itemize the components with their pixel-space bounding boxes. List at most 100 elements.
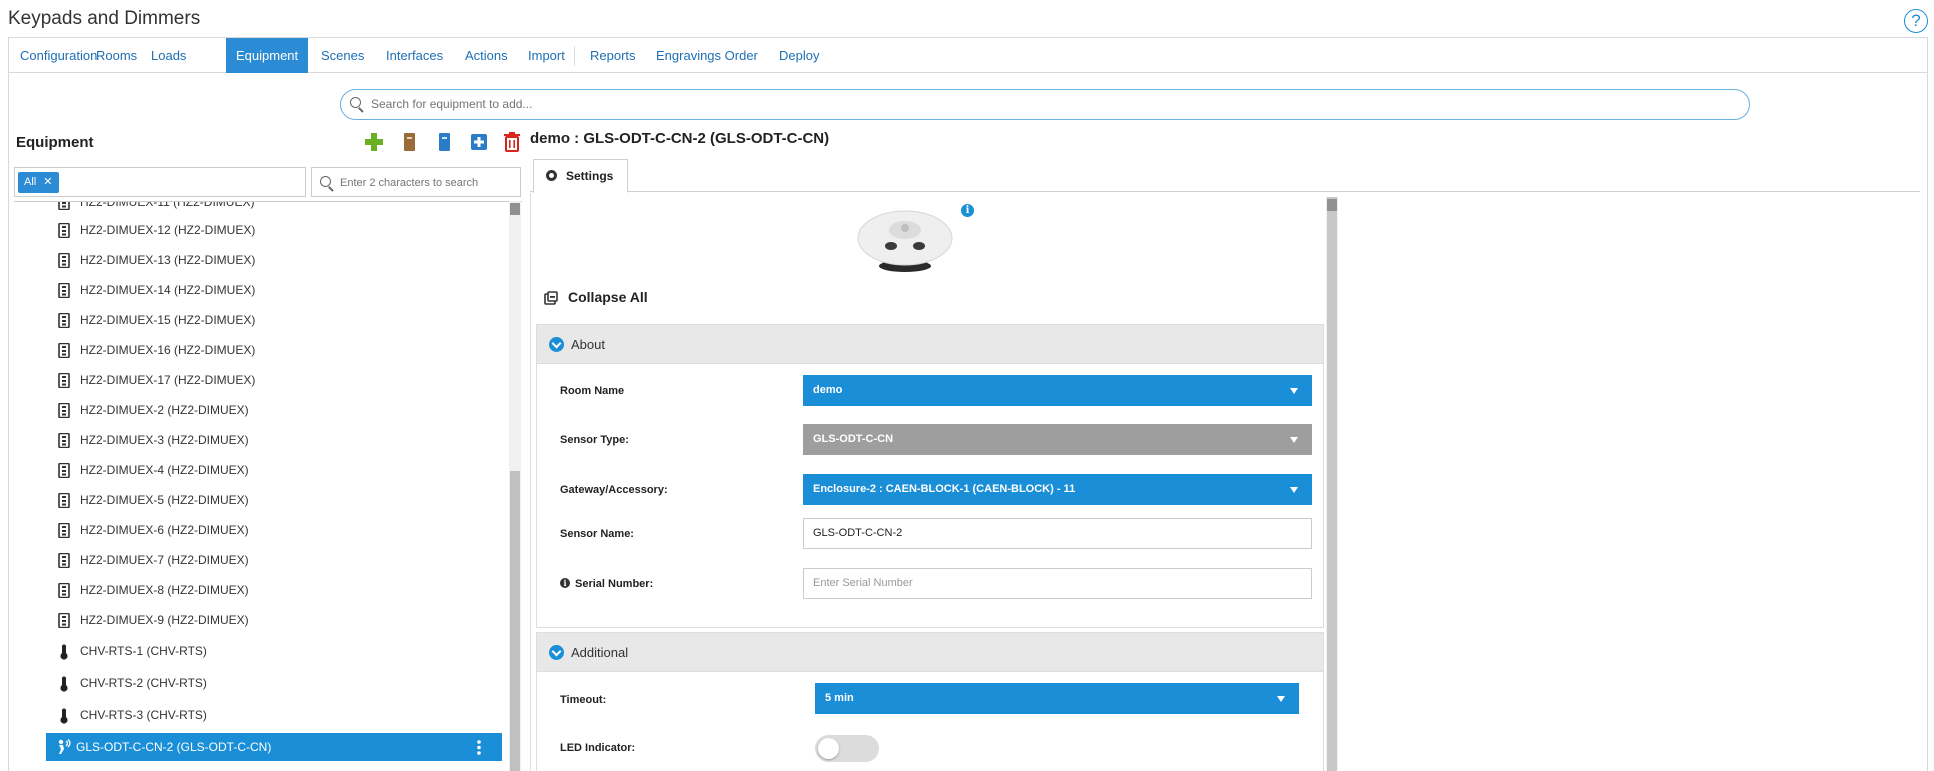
list-item-label: HZ2-DIMUEX-4 (HZ2-DIMUEX) (80, 463, 249, 477)
keypad-icon (58, 553, 70, 568)
equipment-add-search-input[interactable] (369, 95, 1729, 113)
chevron-down-icon (1290, 437, 1298, 443)
delete-icon[interactable] (501, 131, 523, 153)
keypad-icon (58, 493, 70, 508)
close-icon[interactable]: ✕ (43, 176, 52, 188)
scrollbar-arrow[interactable] (510, 203, 520, 215)
help-icon[interactable]: ? (1904, 9, 1928, 33)
section-about-header[interactable]: About (536, 324, 1324, 364)
tab-equipment[interactable]: Equipment (226, 38, 309, 73)
list-item-label: HZ2-DIMUEX-17 (HZ2-DIMUEX) (80, 373, 256, 387)
scrollbar-thumb[interactable] (1327, 197, 1337, 771)
thermometer-icon (60, 644, 68, 660)
device-image (857, 210, 953, 272)
chevron-down-icon (1290, 388, 1298, 394)
tab-deploy[interactable]: Deploy (779, 38, 819, 73)
serial-number-input[interactable]: Enter Serial Number (803, 568, 1312, 599)
collapse-all-icon[interactable] (544, 291, 558, 305)
sensor-name-input[interactable]: GLS-ODT-C-CN-2 (803, 518, 1312, 549)
keypad-icon (58, 373, 70, 388)
keypad-icon (58, 433, 70, 448)
sensor-type-select[interactable]: GLS-ODT-C-CN (803, 424, 1312, 455)
room-name-value: demo (813, 384, 843, 396)
tab-import[interactable]: Import (528, 38, 565, 73)
list-item-label: HZ2-DIMUEX-12 (HZ2-DIMUEX) (80, 223, 256, 237)
filter-chip-label: All (24, 176, 37, 188)
keypad-icon (58, 223, 70, 238)
main-tabs: Configuration Rooms Loads Equipment Scen… (8, 37, 1928, 73)
tab-settings-label: Settings (566, 169, 614, 183)
equipment-add-search (340, 89, 1750, 120)
equipment-list-search (311, 167, 521, 197)
list-item-label: HZ2-DIMUEX-15 (HZ2-DIMUEX) (80, 313, 256, 327)
scrollbar-arrow[interactable] (1327, 199, 1337, 211)
led-indicator-label: LED Indicator: (560, 742, 636, 754)
list-item-label: CHV-RTS-1 (CHV-RTS) (80, 644, 207, 658)
keypad-icon (58, 283, 70, 298)
tab-rooms[interactable]: Rooms (96, 38, 137, 73)
sensor-icon (58, 739, 71, 754)
gateway-select[interactable]: Enclosure-2 : CAEN-BLOCK-1 (CAEN-BLOCK) … (803, 474, 1312, 505)
sensor-type-label: Sensor Type: (560, 434, 629, 446)
tab-engravings-order[interactable]: Engravings Order (656, 38, 758, 73)
keypad-icon (58, 253, 70, 268)
list-item-label: CHV-RTS-3 (CHV-RTS) (80, 708, 207, 722)
add-box-icon[interactable] (468, 131, 490, 153)
equipment-filter[interactable]: All ✕ (14, 167, 306, 197)
list-item-label: HZ2-DIMUEX-13 (HZ2-DIMUEX) (80, 253, 256, 267)
settings-scrollbar[interactable] (1326, 197, 1338, 771)
tab-configuration[interactable]: Configuration (20, 38, 97, 73)
list-item-label: GLS-ODT-C-CN-2 (GLS-ODT-C-CN) (76, 740, 272, 754)
list-item-label: HZ2-DIMUEX-8 (HZ2-DIMUEX) (80, 583, 249, 597)
tab-actions[interactable]: Actions (465, 38, 508, 73)
search-icon (350, 97, 361, 108)
list-item-label: CHV-RTS-2 (CHV-RTS) (80, 676, 207, 690)
keypad-icon (58, 463, 70, 478)
tab-loads[interactable]: Loads (151, 38, 186, 73)
timeout-label: Timeout: (560, 694, 607, 706)
device-title: demo : GLS-ODT-C-CN-2 (GLS-ODT-C-CN) (530, 130, 830, 147)
info-icon[interactable]: i (961, 204, 974, 217)
copy-device-icon[interactable] (433, 131, 455, 153)
list-item-label: HZ2-DIMUEX-2 (HZ2-DIMUEX) (80, 403, 249, 417)
thermometer-icon (60, 708, 68, 724)
filter-chip-all[interactable]: All ✕ (18, 172, 59, 193)
list-item-label: HZ2-DIMUEX-11 (HZ2-DIMUEX) (80, 201, 255, 209)
tab-interfaces[interactable]: Interfaces (386, 38, 443, 73)
more-icon[interactable] (476, 740, 482, 755)
tab-settings[interactable]: Settings (533, 159, 628, 193)
chevron-down-icon (1277, 696, 1285, 702)
list-item-label: HZ2-DIMUEX-14 (HZ2-DIMUEX) (80, 283, 256, 297)
gateway-value: Enclosure-2 : CAEN-BLOCK-1 (CAEN-BLOCK) … (813, 483, 1076, 495)
room-name-select[interactable]: demo (803, 375, 1312, 406)
section-about-title: About (571, 337, 605, 352)
info-icon[interactable]: i (560, 578, 570, 588)
keypad-add-icon[interactable] (398, 131, 420, 153)
gear-icon (546, 170, 557, 181)
add-icon[interactable] (363, 131, 385, 153)
settings-tabs: Settings (530, 157, 1920, 193)
equipment-heading: Equipment (16, 134, 94, 151)
sensor-type-value: GLS-ODT-C-CN (813, 433, 894, 445)
sensor-name-label: Sensor Name: (560, 528, 634, 540)
search-icon (320, 176, 331, 187)
section-additional-title: Additional (571, 645, 629, 660)
scrollbar-thumb[interactable] (510, 471, 520, 771)
list-item-label: HZ2-DIMUEX-6 (HZ2-DIMUEX) (80, 523, 249, 537)
gateway-label: Gateway/Accessory: (560, 484, 668, 496)
keypad-icon (58, 583, 70, 598)
serial-number-label: Serial Number: (575, 578, 654, 590)
section-additional-header[interactable]: Additional (536, 632, 1324, 672)
timeout-select[interactable]: 5 min (815, 683, 1299, 714)
collapse-all-button[interactable]: Collapse All (568, 289, 648, 305)
equipment-list-scrollbar[interactable] (509, 201, 521, 771)
keypad-icon (58, 523, 70, 538)
tab-reports[interactable]: Reports (590, 38, 636, 73)
page-title: Keypads and Dimmers (8, 8, 201, 29)
tab-scenes[interactable]: Scenes (321, 38, 364, 73)
chevron-down-icon (1290, 487, 1298, 493)
keypad-icon (58, 343, 70, 358)
equipment-list-search-input[interactable] (338, 175, 514, 191)
led-indicator-toggle[interactable] (815, 735, 879, 762)
list-item-selected[interactable]: GLS-ODT-C-CN-2 (GLS-ODT-C-CN) (46, 733, 502, 761)
